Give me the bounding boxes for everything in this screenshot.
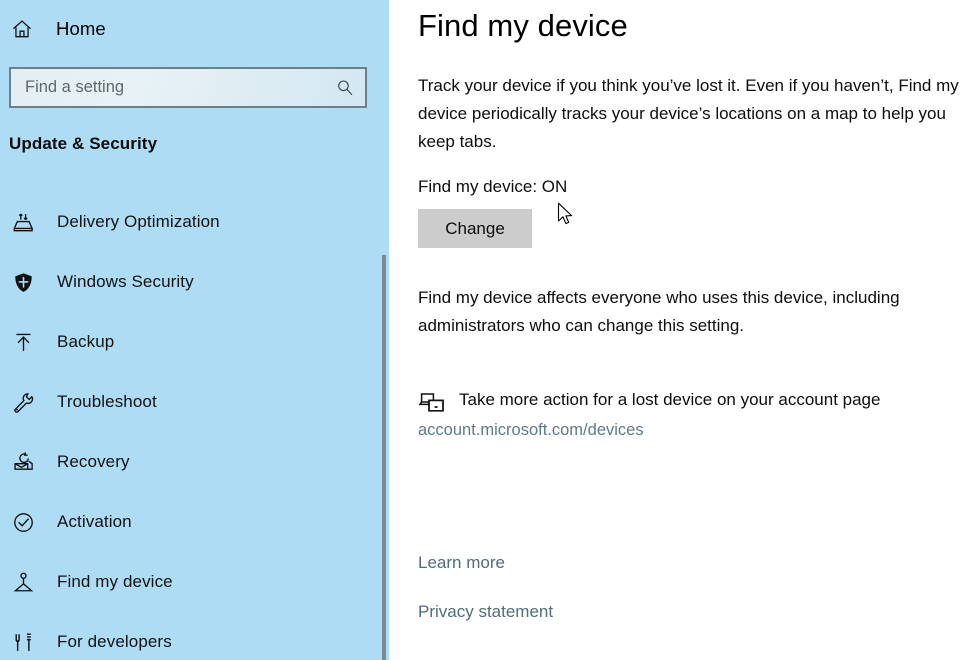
- account-link-url[interactable]: account.microsoft.com/devices: [418, 421, 972, 440]
- sidebar-item-activation[interactable]: Activation: [0, 492, 389, 552]
- sidebar-item-label: Windows Security: [57, 272, 194, 291]
- sidebar-item-windows-security[interactable]: Windows Security: [0, 252, 389, 312]
- search-icon[interactable]: [335, 78, 355, 98]
- sidebar-item-label: Delivery Optimization: [57, 212, 220, 231]
- privacy-statement-link[interactable]: Privacy statement: [418, 602, 553, 622]
- account-link-label: Take more action for a lost device on yo…: [459, 390, 881, 409]
- main-content: Find my device Track your device if you …: [389, 0, 977, 660]
- home-icon: [9, 16, 35, 42]
- affects-note: Find my device affects everyone who uses…: [418, 288, 900, 335]
- sidebar: Home Update & Security: [0, 0, 389, 660]
- delivery-optimization-icon: [10, 209, 36, 235]
- sidebar-scrollbar-thumb[interactable]: [382, 255, 386, 660]
- devices-icon: [418, 390, 446, 416]
- check-circle-icon: [10, 509, 36, 535]
- sidebar-item-label: Backup: [57, 332, 115, 351]
- sidebar-item-label: Recovery: [57, 452, 130, 471]
- sidebar-home-label: Home: [56, 18, 106, 39]
- change-button[interactable]: Change: [418, 209, 532, 248]
- sidebar-scrollbar[interactable]: [381, 255, 387, 660]
- sidebar-item-label: Find my device: [57, 572, 173, 591]
- shield-icon: [10, 269, 36, 295]
- search-box[interactable]: [9, 67, 367, 108]
- search-input[interactable]: [25, 78, 335, 97]
- sidebar-nav-list: Delivery Optimization Windows Security B…: [0, 192, 389, 660]
- intro-description: Track your device if you think you’ve lo…: [418, 76, 959, 151]
- recovery-icon: [10, 449, 36, 475]
- settings-window: Home Update & Security: [0, 0, 977, 660]
- sidebar-item-recovery[interactable]: Recovery: [0, 432, 389, 492]
- find-my-device-icon: [10, 569, 36, 595]
- sidebar-home-button[interactable]: Home: [0, 12, 300, 46]
- sidebar-item-delivery-optimization[interactable]: Delivery Optimization: [0, 192, 389, 252]
- sidebar-item-troubleshoot[interactable]: Troubleshoot: [0, 372, 389, 432]
- sidebar-inner: Home Update & Security: [0, 0, 389, 660]
- upload-arrow-icon: [10, 329, 36, 355]
- wrench-icon: [10, 389, 36, 415]
- sidebar-item-label: For developers: [57, 632, 172, 651]
- account-link-row[interactable]: Take more action for a lost device on yo…: [418, 388, 972, 416]
- page-title: Find my device: [418, 8, 628, 43]
- find-my-device-status: Find my device: ON: [418, 177, 568, 196]
- sidebar-item-backup[interactable]: Backup: [0, 312, 389, 372]
- developer-tools-icon: [10, 629, 36, 655]
- sidebar-item-label: Activation: [57, 512, 132, 531]
- account-link-block: Take more action for a lost device on yo…: [418, 388, 972, 440]
- sidebar-item-for-developers[interactable]: For developers: [0, 612, 389, 660]
- sidebar-section-title: Update & Security: [9, 134, 158, 153]
- sidebar-item-find-my-device[interactable]: Find my device: [0, 552, 389, 612]
- sidebar-item-label: Troubleshoot: [57, 392, 157, 411]
- learn-more-link[interactable]: Learn more: [418, 553, 505, 573]
